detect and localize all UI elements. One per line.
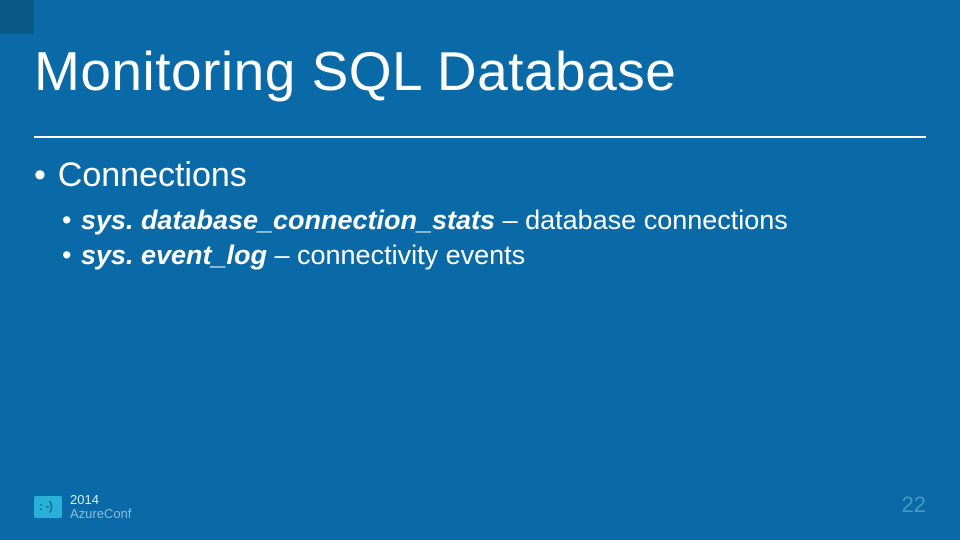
footer-year: 2014 xyxy=(70,493,131,506)
bullet-level2-item: •sys. database_connection_stats – databa… xyxy=(62,203,926,238)
top-accent-box xyxy=(0,0,34,34)
term-text: sys. event_log xyxy=(81,240,267,270)
slide: Monitoring SQL Database •Connections •sy… xyxy=(0,0,960,540)
conference-logo-icon: : -) xyxy=(34,496,62,518)
bullet-dot-icon: • xyxy=(34,156,58,195)
slide-content: •Connections •sys. database_connection_s… xyxy=(34,156,926,272)
footer-logo: : -) 2014 AzureConf xyxy=(34,493,131,520)
term-text: sys. database_connection_stats xyxy=(81,205,495,235)
bullet-level2-group: •sys. database_connection_stats – databa… xyxy=(62,203,926,272)
footer-text: 2014 AzureConf xyxy=(70,493,131,520)
desc-text: – database connections xyxy=(495,205,788,235)
bullet-level1: •Connections xyxy=(34,156,926,195)
slide-title: Monitoring SQL Database xyxy=(34,44,676,99)
bullet-level2-item: •sys. event_log – connectivity events xyxy=(62,238,926,273)
title-divider xyxy=(34,136,926,138)
bullet-level1-text: Connections xyxy=(58,156,247,194)
footer-conference-name: AzureConf xyxy=(70,507,131,520)
logo-face-icon: : -) xyxy=(39,500,52,512)
bullet-dot-icon: • xyxy=(62,203,81,238)
desc-text: – connectivity events xyxy=(267,240,525,270)
bullet-dot-icon: • xyxy=(62,238,81,273)
page-number: 22 xyxy=(902,492,926,518)
